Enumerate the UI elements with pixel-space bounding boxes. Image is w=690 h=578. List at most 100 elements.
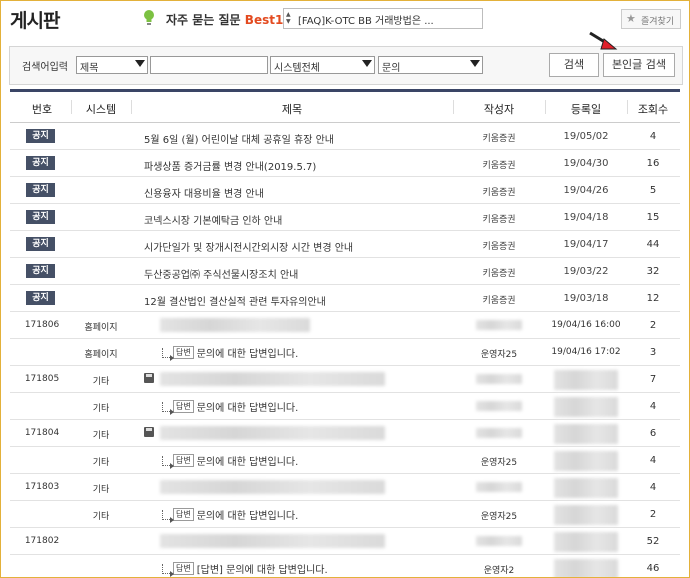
post-title[interactable]: 문의에 대한 답변입니다.	[197, 457, 299, 468]
attachment-icon	[144, 427, 154, 437]
notice-row[interactable]: 공지 신용융자 대용비율 변경 안내 키움증권 19/04/26 5	[10, 177, 680, 204]
notice-title[interactable]: 파생상품 증거금률 변경 안내(2019.5.7)	[144, 158, 316, 173]
post-author: 운영자25	[480, 350, 518, 360]
favorite-button[interactable]: ★ 즐겨찾기	[621, 9, 681, 29]
board-table: 번호 시스템 제목 작성자 등록일 조회수 공지 5월 6일 (월) 어린이날 대…	[10, 89, 680, 577]
reply-arrow-icon	[162, 509, 174, 523]
reply-title-cell[interactable]: 답변 [답변] 문의에 대한 답변입니다.	[162, 561, 328, 577]
notice-views: 15	[646, 212, 660, 223]
notice-title[interactable]: 5월 6일 (월) 어린이날 대체 공휴일 휴장 안내	[144, 131, 334, 146]
reply-title-cell[interactable]: 답변 문의에 대한 답변입니다.	[162, 345, 299, 361]
post-system: 홈페이지	[84, 350, 118, 360]
page-title: 게시판	[10, 10, 60, 32]
notice-date: 19/03/18	[563, 293, 609, 304]
redacted-title[interactable]	[160, 318, 310, 332]
search-field-select[interactable]: 제목	[76, 56, 148, 74]
reply-arrow-icon	[162, 563, 174, 577]
post-title[interactable]: [답변] 문의에 대한 답변입니다.	[197, 565, 328, 576]
redacted-title[interactable]	[160, 480, 385, 494]
post-title[interactable]: 문의에 대한 답변입니다.	[197, 511, 299, 522]
reply-title-cell[interactable]: 답변 문의에 대한 답변입니다.	[162, 453, 299, 469]
post-row[interactable]: 171802 52	[10, 528, 680, 555]
post-views: 46	[646, 563, 660, 574]
notice-date: 19/05/02	[563, 131, 609, 142]
notice-row[interactable]: 공지 12월 결산법인 결산실적 관련 투자유의안내 키움증권 19/03/18 12	[10, 285, 680, 312]
faq-best10-label: 자주 묻는 질문 Best10	[166, 11, 292, 28]
notice-badge: 공지	[26, 210, 55, 224]
notice-badge: 공지	[26, 129, 55, 143]
redacted-date	[554, 559, 618, 577]
post-row[interactable]: 171804 기타 6	[10, 420, 680, 447]
col-no: 번호	[31, 103, 53, 116]
notice-title[interactable]: 신용융자 대용비율 변경 안내	[144, 185, 264, 200]
my-posts-search-button[interactable]: 본인글 검색	[603, 53, 675, 77]
redacted-date	[554, 370, 618, 390]
redacted-author	[476, 482, 522, 492]
post-row[interactable]: 기타 답변 문의에 대한 답변입니다. 4	[10, 393, 680, 420]
reply-tag: 답변	[173, 454, 194, 467]
post-system: 기타	[92, 485, 110, 495]
post-title[interactable]: 문의에 대한 답변입니다.	[197, 349, 299, 360]
post-author: 운영자2	[483, 566, 515, 576]
col-author: 작성자	[483, 103, 515, 116]
post-system: 기타	[92, 512, 110, 522]
notice-title[interactable]: 12월 결산법인 결산실적 관련 투자유의안내	[144, 293, 326, 308]
post-row[interactable]: 답변 [답변] 문의에 대한 답변입니다. 운영자2 46	[10, 555, 680, 577]
notice-row[interactable]: 공지 코넥스시장 기본예탁금 인하 안내 키움증권 19/04/18 15	[10, 204, 680, 231]
notice-date: 19/04/30	[563, 158, 609, 169]
post-row[interactable]: 홈페이지 답변 문의에 대한 답변입니다. 운영자25 19/04/16 17:02 3	[10, 339, 680, 366]
notice-badge: 공지	[26, 156, 55, 170]
notice-views: 44	[646, 239, 660, 250]
notice-row[interactable]: 공지 파생상품 증거금률 변경 안내(2019.5.7) 키움증권 19/04/30 1…	[10, 150, 680, 177]
reply-arrow-icon	[162, 455, 174, 469]
search-label: 검색어입력	[22, 62, 68, 73]
faq-current-item[interactable]: [FAQ]K-OTC BB 거래방법은 ...	[298, 12, 434, 27]
redacted-title[interactable]	[160, 534, 385, 548]
redacted-title[interactable]	[160, 426, 385, 440]
reply-title-cell[interactable]: 답변 문의에 대한 답변입니다.	[162, 507, 299, 523]
search-panel: 검색어입력 제목 시스템전체 문의 검색 본인글 검색	[9, 46, 683, 85]
notice-views: 32	[646, 266, 660, 277]
favorite-label: 즐겨찾기	[641, 17, 675, 27]
redacted-author	[476, 320, 522, 330]
type-select[interactable]: 문의	[378, 56, 483, 74]
post-date: 19/04/16 16:00	[551, 320, 621, 330]
notice-title[interactable]: 시가단일가 및 장개시전시간외시장 시간 변경 안내	[144, 239, 353, 254]
redacted-date	[554, 397, 618, 417]
reply-title-cell[interactable]: 답변 문의에 대한 답변입니다.	[162, 399, 299, 415]
chevron-down-icon	[470, 60, 480, 67]
notice-row[interactable]: 공지 시가단일가 및 장개시전시간외시장 시간 변경 안내 키움증권 19/04/17…	[10, 231, 680, 258]
faq-ticker[interactable]: ▲ ▼ [FAQ]K-OTC BB 거래방법은 ...	[283, 8, 483, 29]
faq-label-text: 자주 묻는 질문	[166, 13, 241, 27]
post-system: 홈페이지	[84, 323, 118, 333]
notice-date: 19/04/26	[563, 185, 609, 196]
redacted-author	[476, 536, 522, 546]
notice-title[interactable]: 코넥스시장 기본예탁금 인하 안내	[144, 212, 282, 227]
post-row[interactable]: 171806 홈페이지 19/04/16 16:00 2	[10, 312, 680, 339]
post-row[interactable]: 171805 기타 7	[10, 366, 680, 393]
post-row[interactable]: 기타 답변 문의에 대한 답변입니다. 운영자25 4	[10, 447, 680, 474]
notice-author: 키움증권	[482, 296, 516, 306]
post-row[interactable]: 기타 답변 문의에 대한 답변입니다. 운영자25 2	[10, 501, 680, 528]
post-title[interactable]: 문의에 대한 답변입니다.	[197, 403, 299, 414]
col-views: 조회수	[637, 103, 669, 116]
reply-arrow-icon	[162, 401, 174, 415]
notice-title[interactable]: 두산중공업㈜ 주식선물시장조치 안내	[144, 266, 298, 281]
notice-date: 19/04/18	[563, 212, 609, 223]
col-title: 제목	[281, 103, 303, 116]
post-views: 2	[649, 320, 657, 331]
redacted-title[interactable]	[160, 372, 385, 386]
post-views: 52	[646, 536, 660, 547]
post-row[interactable]: 171803 기타 4	[10, 474, 680, 501]
system-select[interactable]: 시스템전체	[270, 56, 375, 74]
reply-tag: 답변	[173, 400, 194, 413]
notice-row[interactable]: 공지 5월 6일 (월) 어린이날 대체 공휴일 휴장 안내 키움증권 19/05/0…	[10, 123, 680, 150]
post-system: 기타	[92, 404, 110, 414]
search-button[interactable]: 검색	[549, 53, 599, 77]
notice-author: 키움증권	[482, 242, 516, 252]
notice-row[interactable]: 공지 두산중공업㈜ 주식선물시장조치 안내 키움증권 19/03/22 32	[10, 258, 680, 285]
post-system: 기타	[92, 431, 110, 441]
keyword-input[interactable]	[150, 56, 268, 74]
faq-scroll-arrows-icon[interactable]: ▲ ▼	[286, 11, 294, 26]
notice-author: 키움증권	[482, 134, 516, 144]
